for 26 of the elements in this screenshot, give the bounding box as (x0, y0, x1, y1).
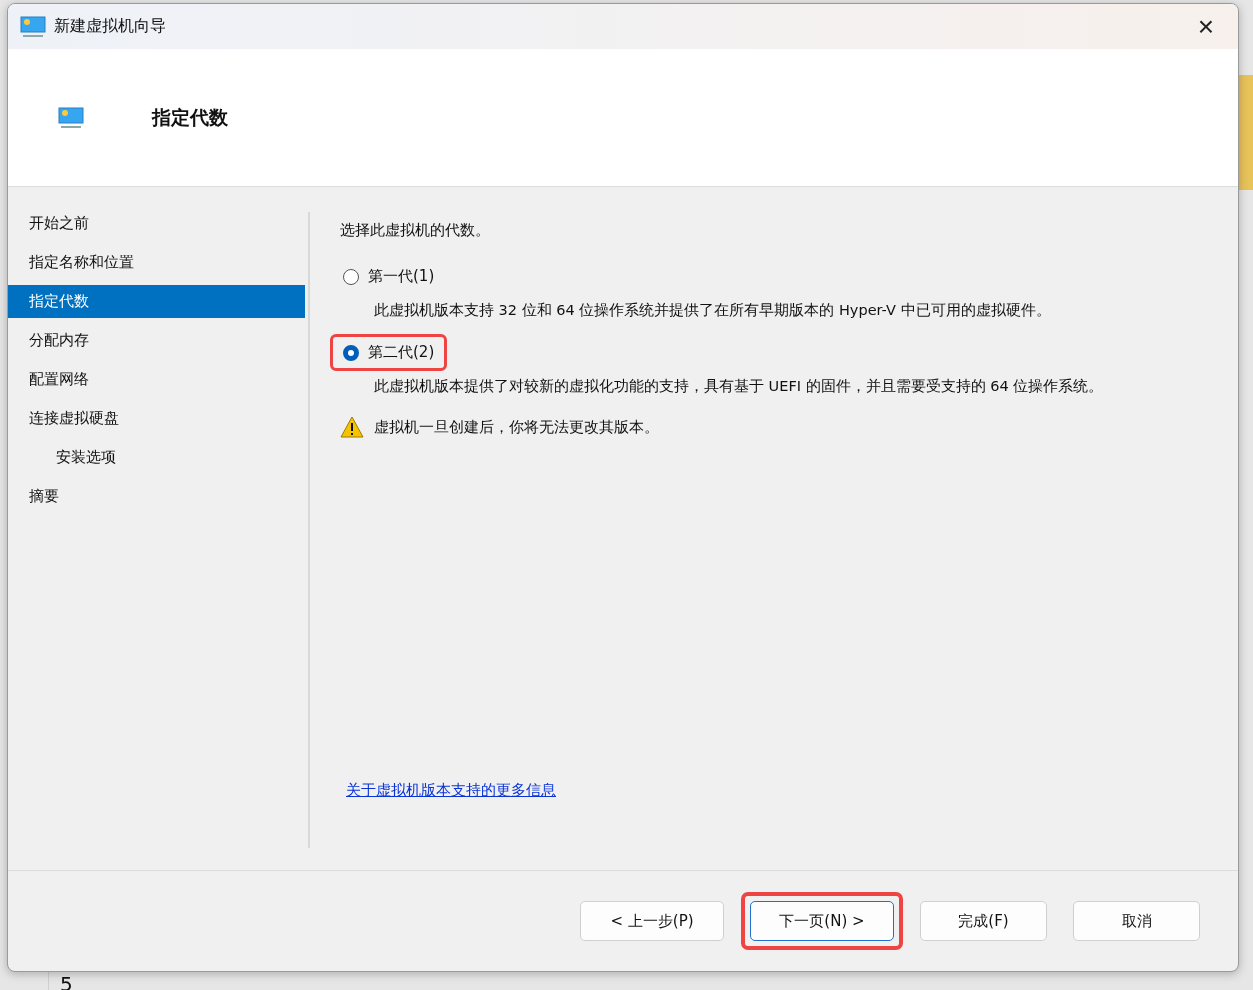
wizard-button[interactable]: 下一页(N) > (750, 901, 894, 941)
prompt-text: 选择此虚拟机的代数。 (340, 221, 491, 240)
radio-label[interactable]: 第一代(1) (368, 267, 435, 286)
wizard-button[interactable]: 完成(F) (920, 901, 1047, 941)
warning-text: 虚拟机一旦创建后，你将无法更改其版本。 (374, 417, 659, 437)
radio-button[interactable] (343, 268, 359, 285)
wizard-step[interactable]: 安装选项 (8, 441, 305, 474)
wizard-step[interactable]: 指定名称和位置 (8, 246, 305, 279)
wizard-step[interactable]: 指定代数 (8, 285, 305, 318)
wizard-button[interactable]: < 上一步(P) (580, 901, 724, 941)
wizard-step[interactable]: 连接虚拟硬盘 (8, 402, 305, 435)
page-title: 指定代数 (152, 104, 228, 130)
wizard-step[interactable]: 分配内存 (8, 324, 305, 357)
option-description: 此虚拟机版本支持 32 位和 64 位操作系统并提供了在所有早期版本的 Hyper-V 中已可用的虚拟硬件。 (374, 301, 1052, 320)
wizard-step[interactable]: 开始之前 (8, 207, 305, 240)
radio-button[interactable] (343, 344, 359, 361)
monitor-icon (20, 15, 46, 38)
monitor-icon (58, 106, 84, 129)
wizard-button[interactable]: 取消 (1073, 901, 1200, 941)
close-button[interactable]: × (1186, 8, 1226, 45)
warning-icon (340, 416, 364, 438)
more-info-link[interactable]: 关于虚拟机版本支持的更多信息 (346, 781, 556, 800)
wizard-step[interactable]: 配置网络 (8, 363, 305, 396)
option-description: 此虚拟机版本提供了对较新的虚拟化功能的支持，具有基于 UEFI 的固件，并且需要受支持的 64 位操作系统。 (374, 377, 1105, 396)
window-title: 新建虚拟机向导 (54, 16, 167, 37)
wizard-step[interactable]: 摘要 (8, 480, 305, 513)
